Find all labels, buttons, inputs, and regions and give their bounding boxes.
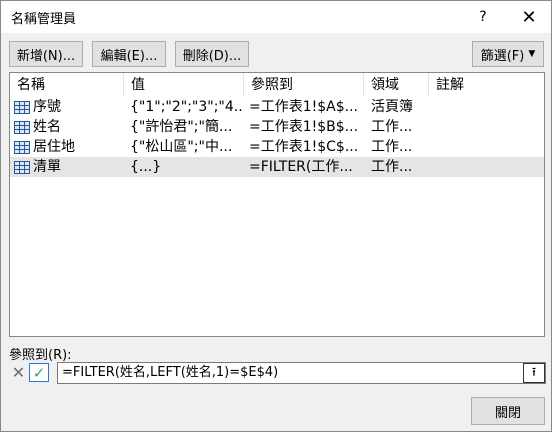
column-header-refers-to[interactable]: 參照到 xyxy=(244,73,364,97)
filter-button-label: 篩選(F) xyxy=(480,48,525,64)
title-bar: 名稱管理員 ? ✕ xyxy=(1,1,551,33)
list-item[interactable]: 序號 {"1";"2";"3";"4... =工作表1!$A$... 活頁簿 xyxy=(10,97,544,117)
scope-cell: 工作... xyxy=(371,119,413,135)
table-icon xyxy=(14,160,30,174)
refers-to-cell: =FILTER(工作... xyxy=(249,159,353,175)
name-text: 姓名 xyxy=(33,119,61,135)
edit-button[interactable]: 編輯(E)... xyxy=(92,41,166,67)
delete-button-label: 刪除(D)... xyxy=(182,48,242,64)
list-item-selected[interactable]: 清單 {...} =FILTER(工作... 工作... xyxy=(10,157,544,177)
names-list[interactable]: 名稱 值 參照到 領域 註解 序號 {"1";"2";"3";"4... =工作… xyxy=(9,72,545,337)
list-item[interactable]: 姓名 {"許怡君";"簡... =工作表1!$B$... 工作... xyxy=(10,117,544,137)
comment-cell xyxy=(435,157,535,177)
table-icon xyxy=(14,140,30,154)
refers-to-cell: =工作表1!$C$... xyxy=(249,139,359,155)
value-cell: {"許怡君";"簡... xyxy=(130,119,233,135)
refers-to-input[interactable]: =FILTER(姓名,LEFT(姓名,1)=$E$4) xyxy=(57,362,546,384)
list-header: 名稱 值 參照到 領域 註解 xyxy=(10,73,544,97)
name-manager-dialog: 名稱管理員 ? ✕ 新增(N)... 編輯(E)... 刪除(D)... 篩選(… xyxy=(0,0,552,432)
new-button[interactable]: 新增(N)... xyxy=(9,41,83,67)
collapse-dialog-icon[interactable]: ⭱ xyxy=(523,363,545,383)
value-cell: {"松山區";"中... xyxy=(130,139,233,155)
scope-cell: 工作... xyxy=(371,139,413,155)
name-text: 序號 xyxy=(33,99,61,115)
new-button-label: 新增(N)... xyxy=(16,48,76,64)
close-icon[interactable]: ✕ xyxy=(507,1,551,33)
name-text: 清單 xyxy=(33,159,61,175)
value-cell: {...} xyxy=(130,159,162,175)
comment-cell xyxy=(435,97,535,117)
delete-button[interactable]: 刪除(D)... xyxy=(175,41,249,67)
caret-down-icon: ▼ xyxy=(528,49,536,59)
filter-button[interactable]: 篩選(F) ▼ xyxy=(472,41,544,67)
comment-cell xyxy=(435,137,535,157)
refers-to-cell: =工作表1!$A$... xyxy=(249,99,358,115)
close-button[interactable]: 關閉 xyxy=(471,397,545,425)
help-icon[interactable]: ? xyxy=(461,1,505,33)
scope-cell: 工作... xyxy=(371,159,413,175)
refers-to-cell: =工作表1!$B$... xyxy=(249,119,359,135)
column-header-name[interactable]: 名稱 xyxy=(10,73,124,97)
close-button-label: 關閉 xyxy=(494,405,521,421)
name-cell: 序號 xyxy=(14,97,124,117)
table-icon xyxy=(14,100,30,114)
name-text: 居住地 xyxy=(33,139,75,155)
scope-cell: 活頁簿 xyxy=(371,99,413,115)
confirm-edit-icon[interactable]: ✓ xyxy=(29,363,49,382)
column-header-value[interactable]: 值 xyxy=(124,73,244,97)
comment-cell xyxy=(435,117,535,137)
column-header-scope[interactable]: 領域 xyxy=(364,73,429,97)
table-icon xyxy=(14,120,30,134)
name-cell: 居住地 xyxy=(14,137,124,157)
list-item[interactable]: 居住地 {"松山區";"中... =工作表1!$C$... 工作... xyxy=(10,137,544,157)
value-cell: {"1";"2";"3";"4... xyxy=(130,99,242,115)
edit-button-label: 編輯(E)... xyxy=(100,48,158,64)
cancel-edit-icon[interactable]: ✕ xyxy=(9,363,28,382)
name-cell: 姓名 xyxy=(14,117,124,137)
window-title: 名稱管理員 xyxy=(11,12,77,27)
refers-to-label: 參照到(R): xyxy=(9,348,72,363)
column-header-comment[interactable]: 註解 xyxy=(429,73,544,97)
name-cell: 清單 xyxy=(14,157,124,177)
